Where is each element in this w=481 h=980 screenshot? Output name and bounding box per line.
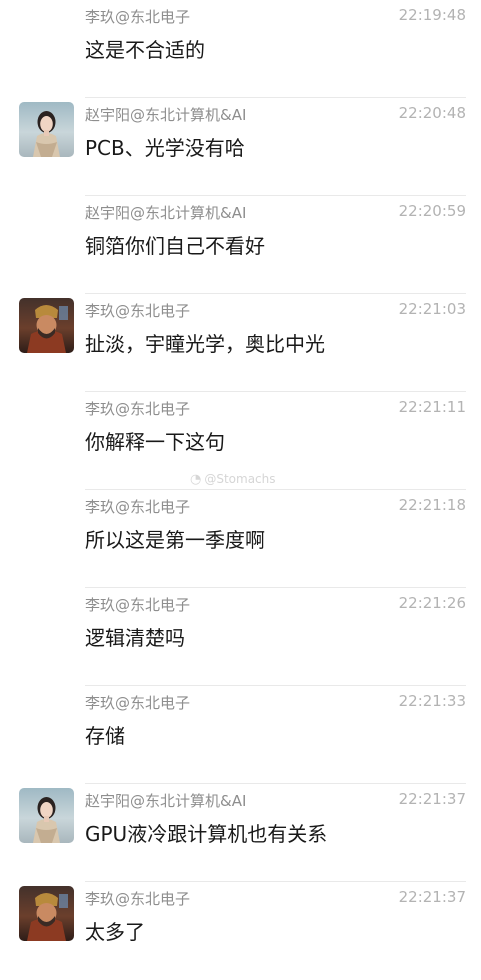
message-time: 22:21:37 [398,888,466,906]
message-row: 赵宇阳@东北计算机&AI 22:20:59 铜箔你们自己不看好 [0,196,481,294]
message-time: 22:19:48 [398,6,466,24]
warrior-avatar-icon [27,893,68,941]
warrior-avatar[interactable] [19,886,74,941]
sender-name: 李玖@东北电子 [85,400,191,418]
sender-name: 李玖@东北电子 [85,596,191,614]
message-text: GPU液冷跟计算机也有关系 [85,822,328,846]
sender-name: 李玖@东北电子 [85,890,191,908]
message-text: 太多了 [85,920,145,944]
weibo-icon: ◔ [190,472,202,487]
sender-name: 李玖@东北电子 [85,694,191,712]
message-text: 扯淡，宇瞳光学，奥比中光 [85,332,325,356]
message-row: 赵宇阳@东北计算机&AI 22:20:48 PCB、光学没有哈 [0,98,481,196]
warrior-avatar[interactable] [19,298,74,353]
message-text: 所以这是第一季度啊 [85,528,265,552]
message-text: 这是不合适的 [85,38,205,62]
message-text: PCB、光学没有哈 [85,136,245,160]
message-row: 李玖@东北电子 22:19:48 这是不合适的 [0,0,481,98]
sender-name: 赵宇阳@东北计算机&AI [85,792,247,810]
message-text: 铜箔你们自己不看好 [85,234,265,258]
sender-name: 赵宇阳@东北计算机&AI [85,106,247,124]
message-row: 赵宇阳@东北计算机&AI 22:21:37 GPU液冷跟计算机也有关系 [0,784,481,882]
watermark: ◔ @Stomachs [190,472,276,487]
sender-name: 李玖@东北电子 [85,498,191,516]
message-time: 22:20:59 [398,202,466,220]
sender-name: 李玖@东北电子 [85,302,191,320]
sender-name: 李玖@东北电子 [85,8,191,26]
message-time: 22:21:11 [398,398,466,416]
message-row: 李玖@东北电子 22:21:18 所以这是第一季度啊 [0,490,481,588]
warrior-avatar-icon [27,305,68,353]
message-text: 存储 [85,724,125,748]
message-text: 逻辑清楚吗 [85,626,185,650]
message-time: 22:21:26 [398,594,466,612]
message-text: 你解释一下这句 [85,430,225,454]
message-time: 22:21:18 [398,496,466,514]
woman-avatar-icon [33,797,60,843]
message-time: 22:21:03 [398,300,466,318]
watermark-text: @Stomachs [204,472,276,486]
message-time: 22:20:48 [398,104,466,122]
message-time: 22:21:37 [398,790,466,808]
message-row: 李玖@东北电子 22:21:26 逻辑清楚吗 [0,588,481,686]
woman-avatar-icon [33,111,60,157]
message-row: 李玖@东北电子 22:21:03 扯淡，宇瞳光学，奥比中光 [0,294,481,392]
sender-name: 赵宇阳@东北计算机&AI [85,204,247,222]
woman-avatar[interactable] [19,102,74,157]
message-row: 李玖@东北电子 22:21:33 存储 [0,686,481,784]
message-time: 22:21:33 [398,692,466,710]
message-row: 李玖@东北电子 22:21:37 太多了 [0,882,481,980]
woman-avatar[interactable] [19,788,74,843]
